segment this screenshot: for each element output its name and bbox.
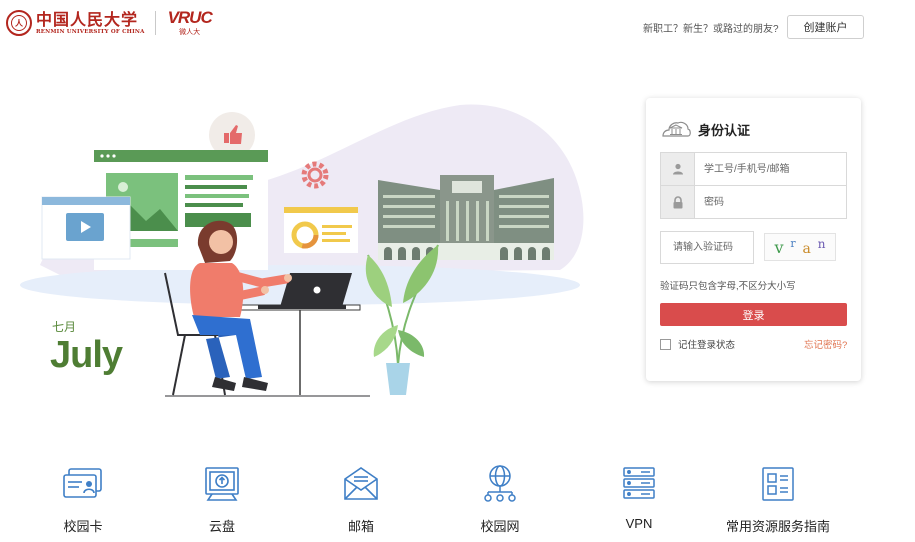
remember-me[interactable]: 记住登录状态 [660, 337, 735, 351]
create-account-button[interactable]: 创建账户 [787, 15, 864, 39]
service-label: 常用资源服务指南 [725, 519, 830, 534]
captcha-char: v [774, 237, 784, 257]
vruc-subtitle: 微人大 [179, 29, 201, 36]
username-input[interactable] [695, 153, 846, 185]
service-campus-network[interactable]: 校园网 [440, 462, 560, 535]
password-input[interactable] [695, 186, 846, 218]
login-header: 身份认证 [660, 118, 750, 140]
university-name-en: RENMIN UNIVERSITY OF CHINA [36, 29, 145, 35]
video-card-illustration [41, 196, 131, 260]
captcha-image[interactable]: v r a n [764, 233, 836, 261]
service-campus-card[interactable]: 校园卡 [23, 462, 143, 535]
captcha-char: n [817, 237, 826, 251]
institution-building-icon [662, 121, 691, 137]
campus-network-icon [478, 462, 522, 506]
header: 人 中国人民大学 RENMIN UNIVERSITY OF CHINA VRUC… [0, 0, 915, 50]
university-seal-icon: 人 [6, 10, 32, 36]
services-bar: 校园卡 云盘 邮箱 校园网 VPN 常用资源服务指南 [0, 462, 915, 542]
cloud-drive-icon [200, 462, 244, 506]
university-name-cn: 中国人民大学 [36, 10, 139, 29]
captcha-hint: 验证码只包含字母,不区分大小写 [660, 281, 796, 292]
service-cloud-drive[interactable]: 云盘 [162, 462, 282, 535]
vruc-logo: VRUC 微人大 [167, 8, 213, 37]
service-label: VPN [625, 516, 653, 531]
remember-me-label: 记住登录状态 [678, 340, 736, 351]
vruc-mark: VRUC [167, 8, 213, 27]
mail-icon [339, 462, 383, 506]
new-user-prompt: 新职工？新生？或路过的朋友? [643, 24, 779, 35]
captcha-char: a [802, 241, 811, 257]
forgot-password-link[interactable]: 忘记密码? [804, 337, 847, 351]
university-logo[interactable]: 人 中国人民大学 RENMIN UNIVERSITY OF CHINA VRUC… [6, 8, 213, 37]
campus-card-icon [61, 462, 105, 506]
captcha-char: r [790, 236, 796, 250]
service-vpn[interactable]: VPN [579, 462, 699, 531]
chart-card-illustration [284, 207, 358, 253]
login-button[interactable]: 登录 [660, 303, 847, 326]
login-title: 身份认证 [698, 122, 751, 138]
service-label: 邮箱 [347, 519, 374, 534]
login-card: 身份认证 v r a n 验证码只包含字母,不区分大小写 登录 记住登录状态 忘… [646, 98, 861, 381]
campus-building-illustration [378, 175, 554, 260]
service-guide-icon [756, 462, 800, 506]
remember-me-checkbox[interactable] [660, 338, 671, 350]
logo-divider [154, 11, 156, 35]
service-guide[interactable]: 常用资源服务指南 [718, 462, 838, 535]
month-label-en: July [50, 334, 123, 376]
captcha-input[interactable] [660, 231, 754, 264]
lock-icon [661, 186, 695, 218]
service-label: 云盘 [208, 519, 235, 534]
service-label: 校园网 [480, 519, 520, 534]
service-label: 校园卡 [63, 519, 103, 534]
service-mail[interactable]: 邮箱 [301, 462, 421, 535]
password-field [660, 186, 847, 219]
user-icon [661, 153, 695, 185]
username-field [660, 152, 847, 186]
vpn-server-icon [617, 462, 661, 506]
